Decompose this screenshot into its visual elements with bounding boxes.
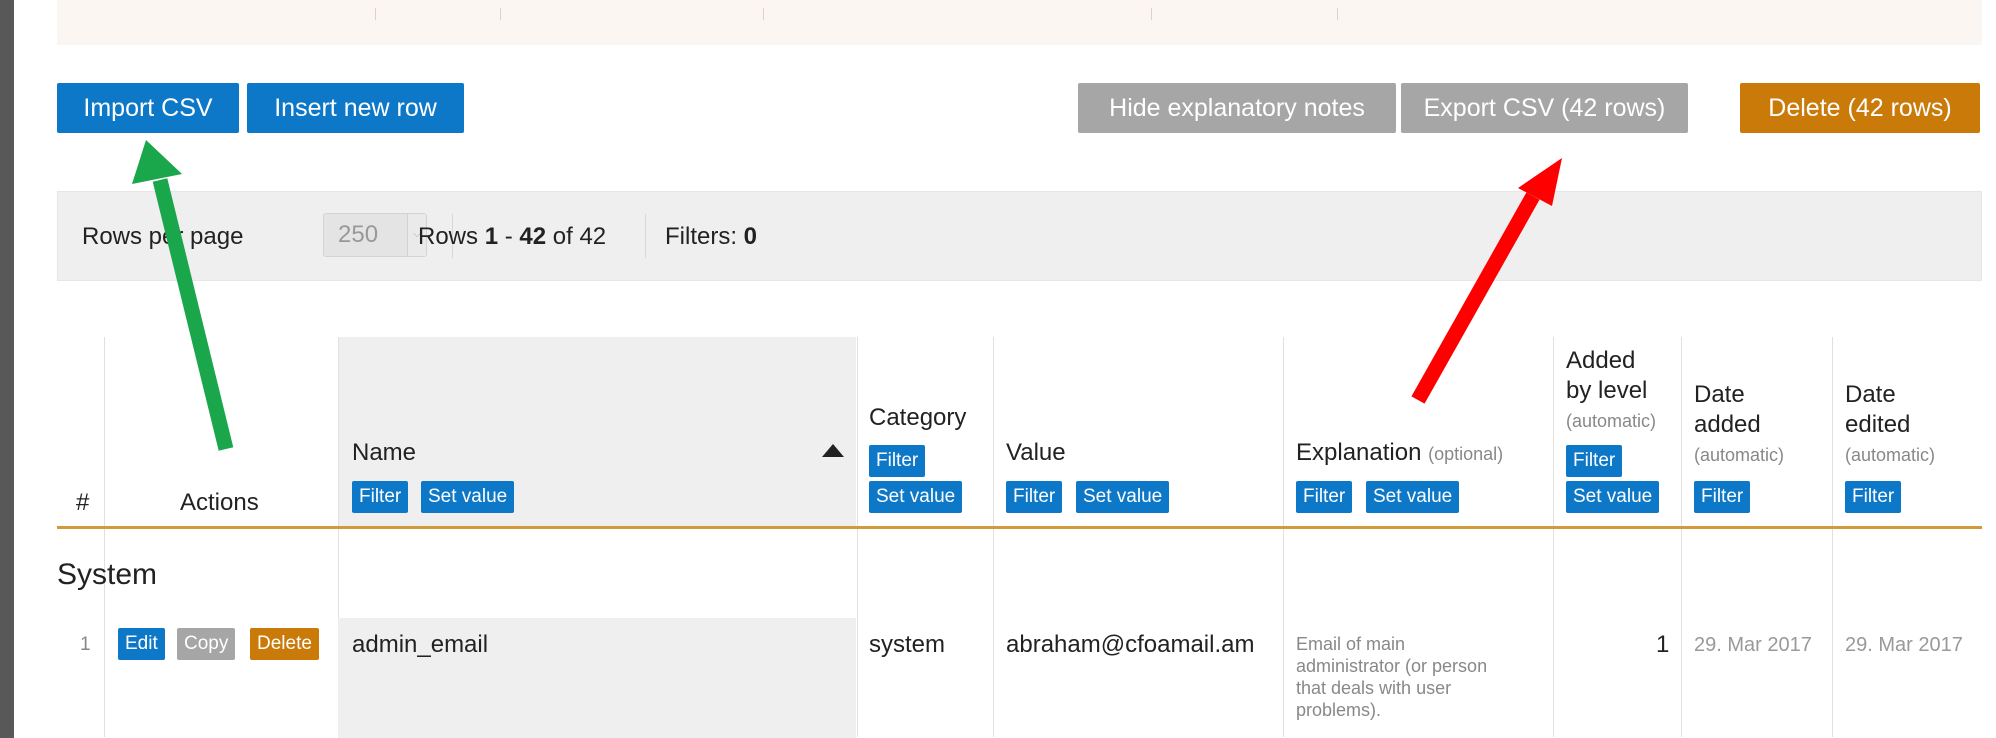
green-arrow-head bbox=[132, 140, 182, 184]
red-arrow-shaft bbox=[1411, 192, 1540, 404]
green-arrow-shaft bbox=[152, 178, 234, 451]
annotation-arrows bbox=[132, 140, 1562, 451]
